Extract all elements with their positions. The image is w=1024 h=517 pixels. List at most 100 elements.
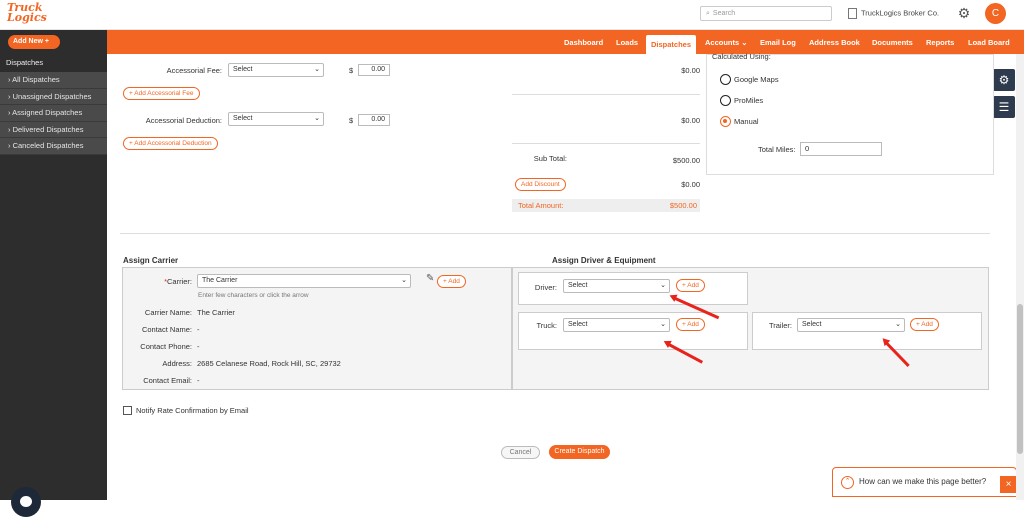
sidebar: Add New + Dispatches › All Dispatches › … <box>0 30 107 517</box>
avatar[interactable]: C <box>985 3 1006 24</box>
accessorial-deduction-label: Accessorial Deduction: <box>145 116 222 125</box>
carrier-select-value: The Carrier <box>202 277 238 284</box>
app-logo[interactable]: Truck Logics <box>7 2 63 27</box>
nav-load-board[interactable]: Load Board <box>968 30 1010 54</box>
sidebar-item-canceled-dispatches[interactable]: › Canceled Dispatches <box>0 138 107 155</box>
main-nav: Dashboard Loads Dispatches Accounts ⌄ Em… <box>107 30 1024 54</box>
discount-value: $0.00 <box>681 180 700 189</box>
sidebar-item-assigned-dispatches[interactable]: › Assigned Dispatches <box>0 105 107 122</box>
building-icon <box>848 8 857 19</box>
accessorial-deduction-amount-input[interactable]: 0.00 <box>358 114 390 126</box>
mileage-calculation-panel: Calculated Using: Google Maps ProMiles M… <box>706 52 994 175</box>
chat-widget-button[interactable] <box>11 487 41 517</box>
promiles-radio[interactable] <box>720 95 731 106</box>
nav-email-log[interactable]: Email Log <box>760 30 796 54</box>
sidebar-item-delivered-dispatches[interactable]: › Delivered Dispatches <box>0 121 107 138</box>
total-miles-label: Total Miles: <box>758 145 796 154</box>
accessorial-fee-amount-input[interactable]: 0.00 <box>358 64 390 76</box>
nav-accounts[interactable]: Accounts ⌄ <box>705 30 748 54</box>
driver-select[interactable]: Select ⌄ <box>563 279 670 293</box>
trailer-select-value: Select <box>802 321 822 328</box>
add-driver-button[interactable]: + Add <box>676 279 705 292</box>
sidebar-item-unassigned-dispatches[interactable]: › Unassigned Dispatches <box>0 88 107 105</box>
add-discount-button[interactable]: Add Discount <box>515 178 566 191</box>
manual-radio[interactable] <box>720 116 731 127</box>
chevron-down-icon: ⌄ <box>314 66 320 73</box>
manual-label: Manual <box>734 117 759 126</box>
total-miles-input[interactable]: 0 <box>800 142 882 156</box>
add-accessorial-fee-button[interactable]: + Add Accessorial Fee <box>123 87 200 100</box>
add-new-label: Add New <box>13 38 43 45</box>
truck-select[interactable]: Select ⌄ <box>563 318 670 332</box>
contact-phone-label: Contact Phone: <box>140 342 192 351</box>
create-dispatch-button[interactable]: Create Dispatch <box>549 445 610 459</box>
carrier-select[interactable]: The Carrier ⌄ <box>197 274 411 288</box>
calculated-using-label: Calculated Using: <box>712 52 771 61</box>
chevron-up-icon: ⌃ <box>841 476 854 489</box>
add-carrier-button[interactable]: + Add <box>437 275 466 288</box>
google-maps-radio[interactable] <box>720 74 731 85</box>
accessorial-fee-total: $0.00 <box>681 66 700 75</box>
promiles-label: ProMiles <box>734 96 764 105</box>
accessorial-fee-select[interactable]: Select ⌄ <box>228 63 324 77</box>
carrier-name-label: Carrier Name: <box>144 308 192 317</box>
assign-driver-heading: Assign Driver & Equipment <box>552 256 656 265</box>
contact-name-label: Contact Name: <box>141 325 192 334</box>
sub-total-value: $500.00 <box>672 156 700 165</box>
assign-carrier-heading: Assign Carrier <box>123 256 179 265</box>
logo-text-bottom: Logics <box>7 11 47 24</box>
section-divider <box>120 233 990 234</box>
total-amount-value: $500.00 <box>669 201 697 210</box>
page-scrollbar[interactable] <box>1016 54 1024 500</box>
document-list-icon[interactable]: ☰ <box>993 96 1015 118</box>
notify-rate-confirmation-label: Notify Rate Confirmation by Email <box>136 406 249 415</box>
accessorial-deduction-total: $0.00 <box>681 116 700 125</box>
feedback-text: How can we make this page better? <box>859 477 987 486</box>
search-icon: ⌕ <box>706 10 710 17</box>
trailer-label: Trailer: <box>768 321 792 330</box>
top-bar: Truck Logics ⌕ Search TruckLogics Broker … <box>0 0 1024 30</box>
search-input[interactable]: ⌕ Search <box>700 6 832 21</box>
settings-gear-icon[interactable]: ⚙ <box>956 5 972 21</box>
nav-documents[interactable]: Documents <box>872 30 913 54</box>
notify-rate-confirmation-checkbox[interactable] <box>123 406 132 415</box>
accessorial-fee-label: Accessorial Fee: <box>166 66 222 75</box>
nav-address-book[interactable]: Address Book <box>809 30 860 54</box>
total-amount-row: Total Amount: $500.00 <box>512 199 700 212</box>
accessorial-deduction-select-value: Select <box>233 115 253 122</box>
trailer-select[interactable]: Select ⌄ <box>797 318 905 332</box>
chevron-down-icon: ⌄ <box>895 321 901 328</box>
truck-label: Truck: <box>536 321 557 330</box>
driver-select-value: Select <box>568 282 588 289</box>
company-switcher[interactable]: TruckLogics Broker Co. <box>848 8 939 19</box>
settings-gear-icon[interactable]: ⚙ <box>993 69 1015 91</box>
address-value: 2685 Celanese Road, Rock Hill, SC, 29732 <box>197 359 341 368</box>
divider <box>512 94 700 95</box>
nav-reports[interactable]: Reports <box>926 30 954 54</box>
nav-loads[interactable]: Loads <box>616 30 638 54</box>
add-new-button[interactable]: Add New + <box>8 35 60 49</box>
feedback-widget[interactable]: ⌃ How can we make this page better? × <box>832 467 1017 497</box>
add-accessorial-deduction-button[interactable]: + Add Accessorial Deduction <box>123 137 218 150</box>
add-truck-button[interactable]: + Add <box>676 318 705 331</box>
currency-symbol: $ <box>349 116 354 125</box>
close-icon[interactable]: × <box>1000 476 1017 493</box>
nav-dashboard[interactable]: Dashboard <box>564 30 603 54</box>
nav-dispatches[interactable]: Dispatches <box>646 35 697 54</box>
sidebar-section-title: Dispatches <box>6 58 44 67</box>
address-label: Address: <box>162 359 192 368</box>
currency-symbol: $ <box>349 66 354 75</box>
sidebar-item-all-dispatches[interactable]: › All Dispatches <box>0 72 107 89</box>
divider <box>512 143 700 144</box>
contact-email-label: Contact Email: <box>143 376 192 385</box>
truck-select-value: Select <box>568 321 588 328</box>
add-trailer-button[interactable]: + Add <box>910 318 939 331</box>
total-amount-label: Total Amount: <box>518 201 564 210</box>
accessorial-fee-select-value: Select <box>233 66 253 73</box>
scrollbar-thumb[interactable] <box>1017 304 1023 454</box>
accessorial-deduction-select[interactable]: Select ⌄ <box>228 112 324 126</box>
driver-label: Driver: <box>534 283 557 292</box>
cancel-button[interactable]: Cancel <box>501 446 540 459</box>
company-name: TruckLogics Broker Co. <box>861 8 940 18</box>
edit-icon[interactable]: ✎ <box>426 273 434 284</box>
